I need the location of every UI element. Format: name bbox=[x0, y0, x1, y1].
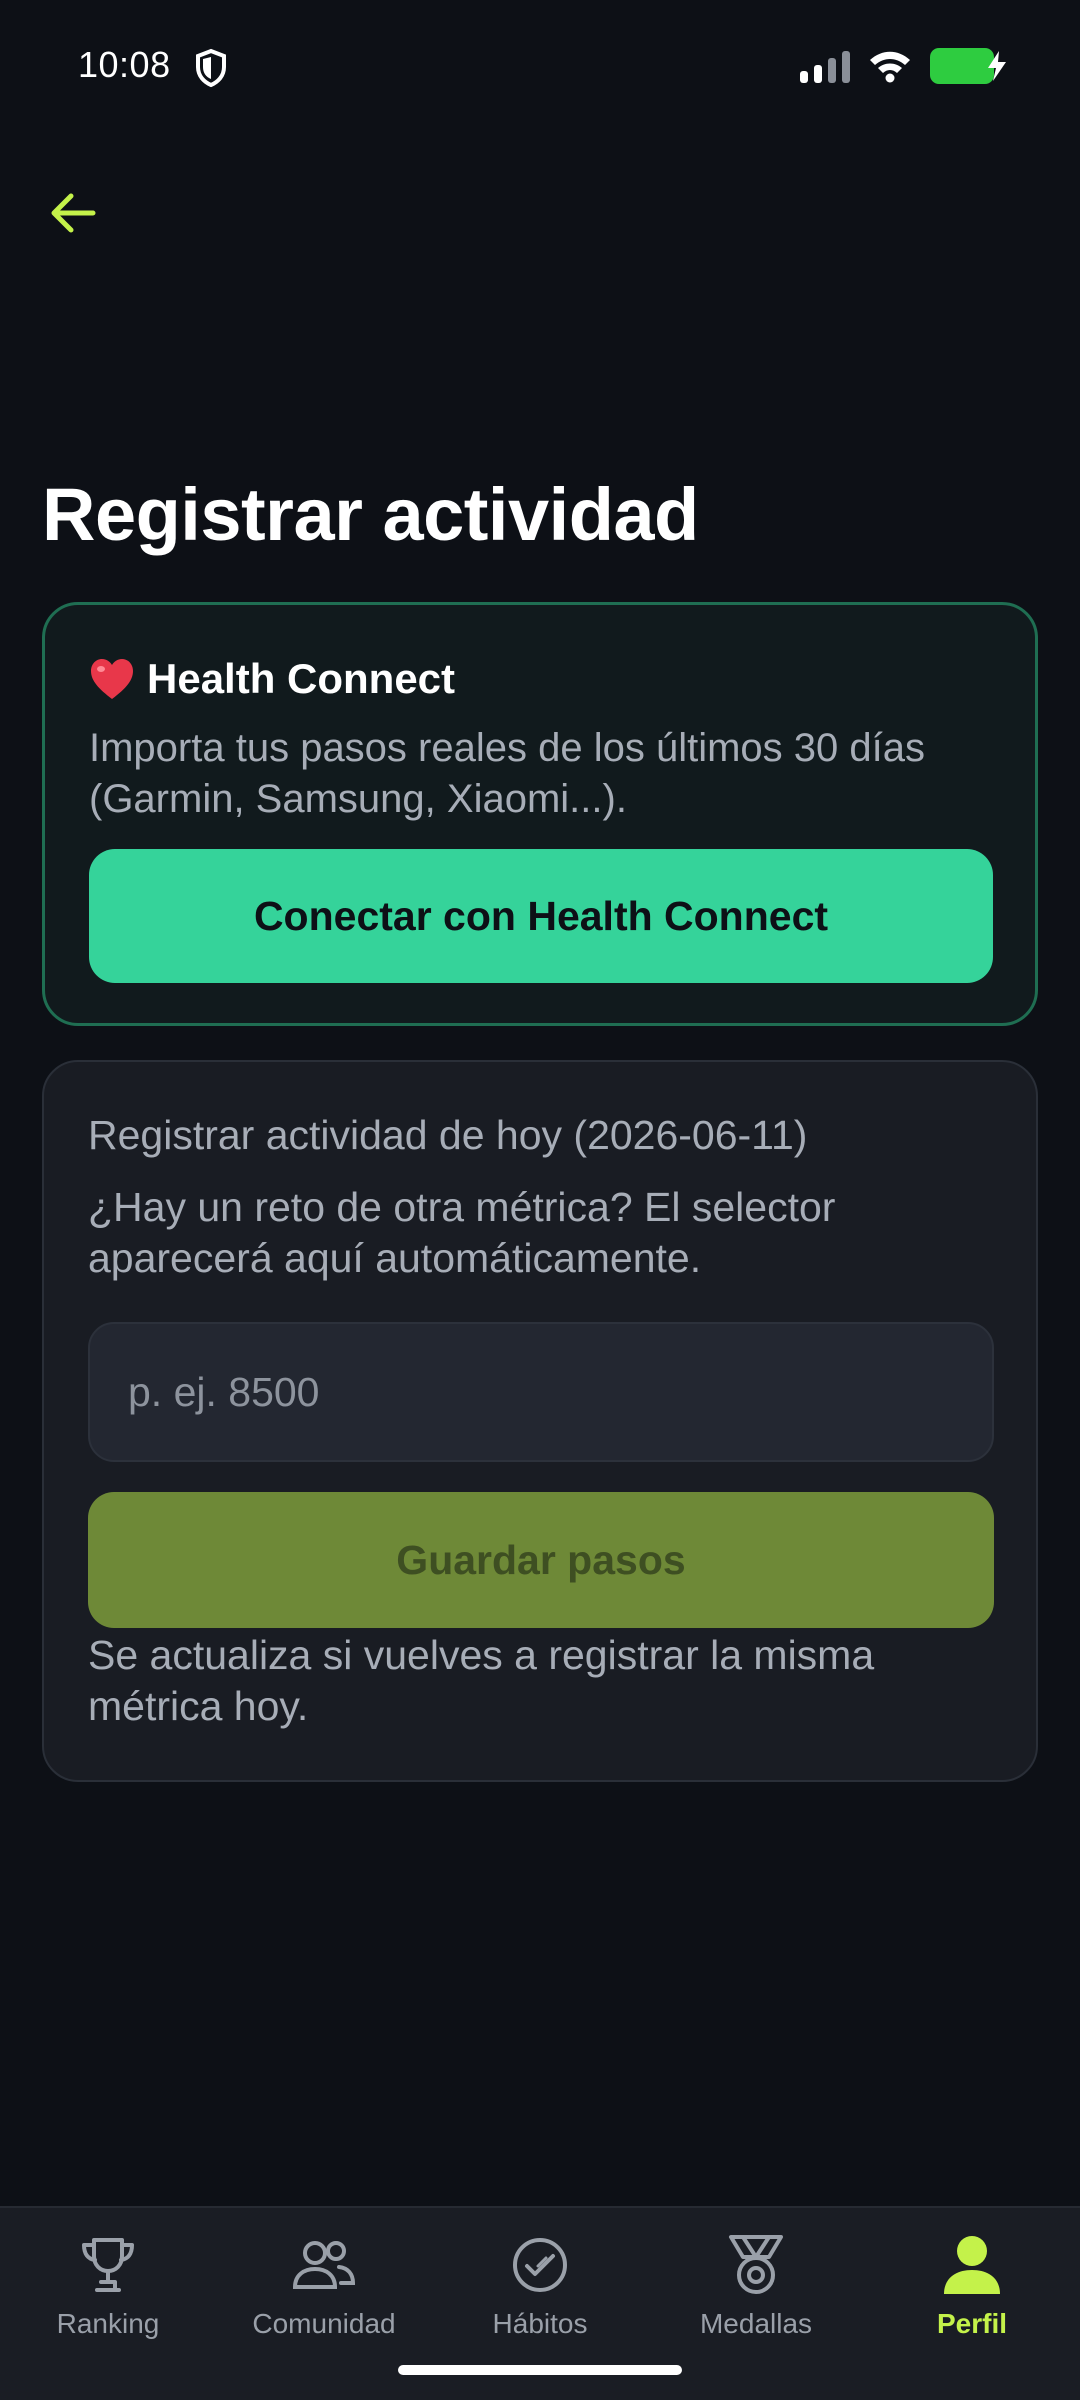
nav-label-perfil: Perfil bbox=[936, 2308, 1008, 2339]
status-icons bbox=[800, 48, 1010, 84]
back-button[interactable] bbox=[38, 178, 108, 248]
log-footnote: Se actualiza si vuelves a registrar la m… bbox=[88, 1632, 875, 1729]
check-circle-icon bbox=[505, 2230, 575, 2300]
metric-selector-hint: ¿Hay un reto de otra métrica? El selecto… bbox=[88, 1184, 836, 1281]
status-time: 10:08 bbox=[78, 44, 171, 85]
page-title: Registrar actividad bbox=[42, 473, 699, 556]
nav-item-perfil[interactable]: Perfil bbox=[864, 2208, 1080, 2378]
health-connect-title-text: Health Connect bbox=[147, 655, 456, 702]
nav-label-ranking: Ranking bbox=[56, 2308, 160, 2339]
user-icon bbox=[937, 2230, 1007, 2300]
users-icon bbox=[289, 2230, 359, 2300]
nav-item-habitos[interactable]: Hábitos bbox=[432, 2208, 648, 2378]
status-bar: 10:08 bbox=[0, 0, 1080, 130]
connect-health-connect-button[interactable]: Conectar con Health Connect bbox=[89, 849, 993, 983]
health-connect-card: Health Connect Importa tus pasos reales … bbox=[42, 602, 1038, 1026]
steps-input[interactable] bbox=[88, 1322, 994, 1462]
home-indicator bbox=[398, 2365, 682, 2375]
heart-icon bbox=[91, 659, 133, 699]
medal-icon bbox=[721, 2230, 791, 2300]
nav-label-medallas: Medallas bbox=[699, 2308, 813, 2339]
nav-label-habitos: Hábitos bbox=[492, 2308, 588, 2339]
nav-item-medallas[interactable]: Medallas bbox=[648, 2208, 864, 2378]
log-activity-heading: Registrar actividad de hoy (2026-06-11) bbox=[88, 1112, 808, 1158]
nav-item-ranking[interactable]: Ranking bbox=[0, 2208, 216, 2378]
log-activity-card: Registrar actividad de hoy (2026-06-11) … bbox=[42, 1060, 1038, 1782]
signal-icon bbox=[800, 49, 850, 83]
health-connect-title: Health Connect bbox=[89, 655, 455, 703]
shield-icon bbox=[196, 48, 226, 88]
save-steps-button[interactable]: Guardar pasos bbox=[88, 1492, 994, 1628]
trophy-icon bbox=[73, 2230, 143, 2300]
health-connect-description: Importa tus pasos reales de los últimos … bbox=[89, 726, 925, 821]
nav-item-comunidad[interactable]: Comunidad bbox=[216, 2208, 432, 2378]
battery-icon bbox=[930, 48, 1010, 84]
wifi-icon bbox=[870, 51, 910, 83]
arrow-left-icon bbox=[51, 193, 96, 233]
nav-label-comunidad: Comunidad bbox=[252, 2308, 396, 2339]
